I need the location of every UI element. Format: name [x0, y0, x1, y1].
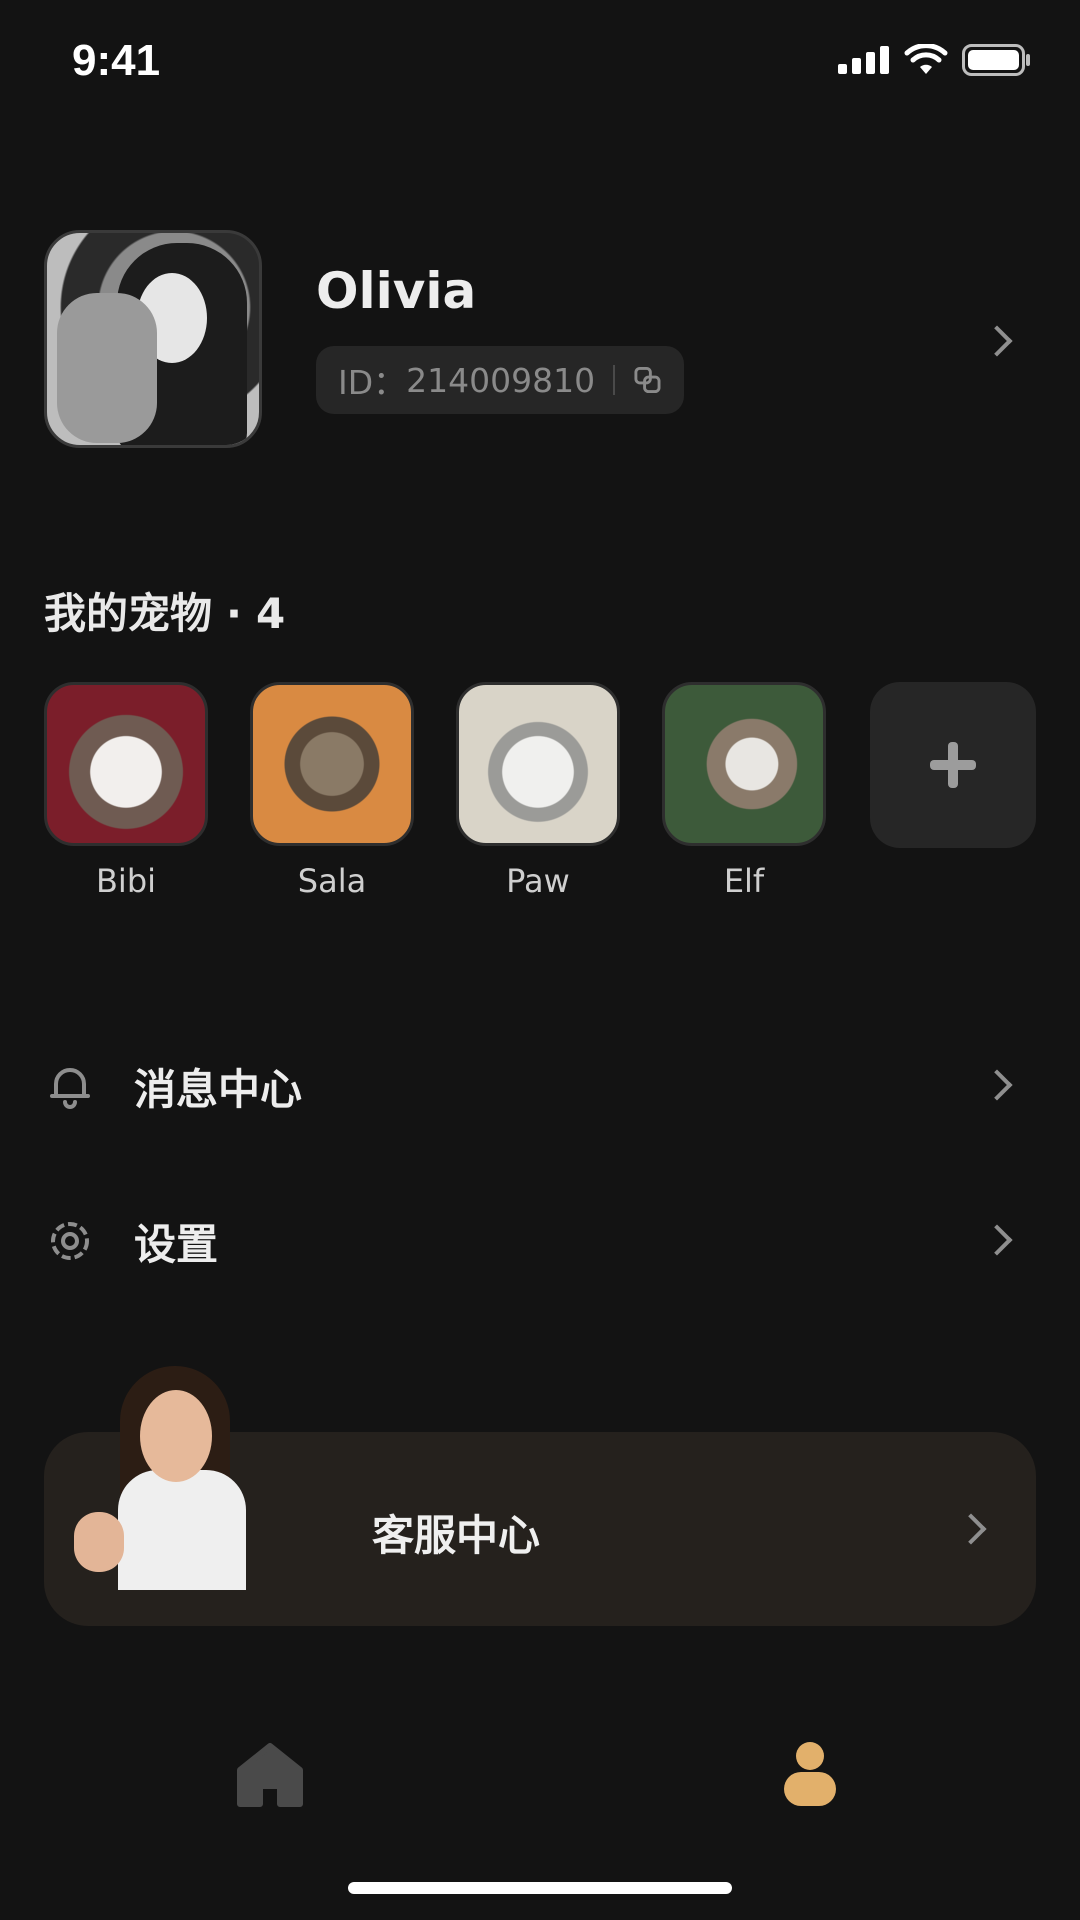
status-icons	[838, 44, 1032, 76]
status-time: 9:41	[72, 36, 161, 85]
profile-header[interactable]: Olivia ID： 214009810	[44, 230, 1036, 448]
pet-card[interactable]: Bibi	[44, 682, 208, 900]
chevron-right-icon	[955, 1513, 987, 1545]
pet-photo[interactable]	[662, 682, 826, 846]
pet-photo[interactable]	[456, 682, 620, 846]
user-id-value: 214009810	[406, 360, 596, 400]
chevron-right-icon[interactable]	[981, 325, 1013, 357]
pet-name: Sala	[297, 862, 367, 900]
pets-list: Bibi Sala Paw Elf	[44, 682, 1036, 912]
pets-section-title: 我的宠物 · 4	[44, 580, 285, 641]
pet-name: Bibi	[95, 862, 157, 900]
user-name: Olivia	[316, 262, 477, 320]
menu-item-label: 设置	[134, 1220, 219, 1269]
pets-title-text: 我的宠物	[44, 589, 213, 638]
home-icon	[237, 1743, 303, 1807]
tab-profile[interactable]	[750, 1720, 870, 1820]
pet-card[interactable]: Sala	[250, 682, 414, 900]
pet-card[interactable]: Paw	[456, 682, 620, 900]
signal-icon	[838, 46, 889, 74]
wifi-icon	[904, 44, 948, 74]
customer-service-label: 客服中心	[372, 1511, 541, 1560]
pet-name: Paw	[506, 862, 570, 900]
copy-icon[interactable]	[633, 365, 662, 395]
chevron-right-icon	[981, 1069, 1013, 1101]
avatar[interactable]	[44, 230, 262, 448]
tab-bar	[0, 1700, 1080, 1840]
pets-title-dot: ·	[226, 589, 242, 638]
pet-photo[interactable]	[44, 682, 208, 846]
pet-photo[interactable]	[250, 682, 414, 846]
gear-icon	[51, 1222, 89, 1260]
pets-count: 4	[255, 589, 286, 638]
support-agent-illustration	[60, 1362, 280, 1590]
user-id-chip[interactable]: ID： 214009810	[316, 346, 684, 414]
bell-icon	[50, 1068, 90, 1109]
menu-item-label: 消息中心	[134, 1065, 303, 1114]
status-bar: 9:41	[0, 0, 1080, 120]
battery-icon	[962, 44, 1030, 76]
menu-item-messages[interactable]: 消息中心	[44, 1040, 1036, 1130]
pet-name: Elf	[723, 862, 765, 900]
add-pet-button[interactable]	[870, 682, 1036, 848]
user-id-label: ID：	[338, 363, 407, 402]
profile-icon	[784, 1742, 836, 1806]
menu-item-settings[interactable]: 设置	[44, 1195, 1036, 1285]
tab-home[interactable]	[210, 1720, 330, 1820]
divider	[613, 365, 616, 395]
pet-card[interactable]: Elf	[662, 682, 826, 900]
chevron-right-icon	[981, 1224, 1013, 1256]
home-indicator	[348, 1882, 732, 1894]
